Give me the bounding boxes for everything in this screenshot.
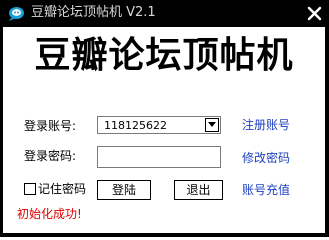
- remember-password-checkbox[interactable]: [24, 183, 36, 195]
- app-logo-icon: [9, 7, 24, 21]
- change-password-link[interactable]: 修改密码: [242, 150, 290, 166]
- window-title: 豆瓣论坛顶帖机 V2.1: [31, 5, 156, 20]
- close-icon[interactable]: [307, 6, 322, 21]
- banner-title: 豆瓣论坛顶帖机: [34, 35, 294, 76]
- account-label: 登录账号:: [24, 119, 77, 133]
- recharge-account-link[interactable]: 账号充值: [242, 182, 290, 198]
- login-button[interactable]: 登陆: [97, 180, 151, 200]
- password-label: 登录密码:: [24, 149, 77, 163]
- remember-password-label[interactable]: 记住密码: [38, 181, 86, 197]
- password-field[interactable]: [97, 146, 221, 168]
- exit-button[interactable]: 退出: [174, 180, 223, 200]
- status-message: 初始化成功!: [17, 207, 82, 221]
- title-bar[interactable]: 豆瓣论坛顶帖机 V2.1: [0, 0, 329, 27]
- login-panel: 豆瓣论坛顶帖机 登录账号: 118125622 注册账号 登录密码: 修改密码 …: [3, 27, 325, 233]
- app-window: 豆瓣论坛顶帖机 V2.1 豆瓣论坛顶帖机 登录账号: 118125622 注册账…: [0, 0, 329, 237]
- account-combobox[interactable]: 118125622: [97, 116, 221, 134]
- register-account-link[interactable]: 注册账号: [242, 117, 290, 133]
- account-value[interactable]: 118125622: [104, 118, 167, 133]
- dropdown-arrow-icon[interactable]: [205, 118, 219, 132]
